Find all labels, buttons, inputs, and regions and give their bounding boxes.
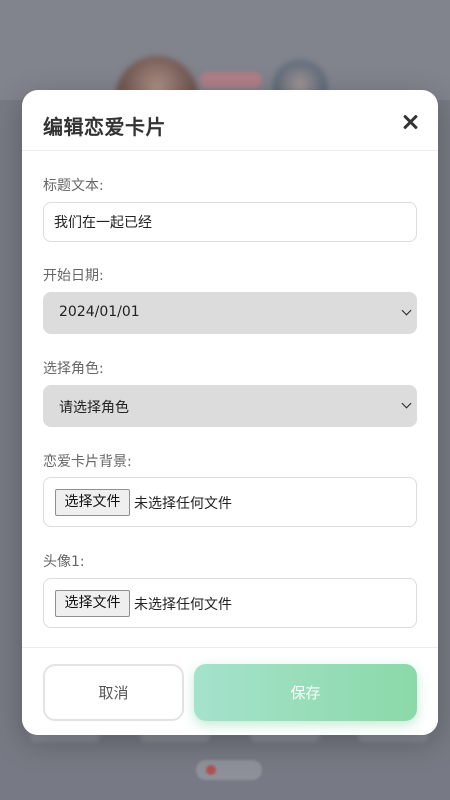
avatar1-file-input: 选择文件 未选择任何文件: [43, 578, 417, 628]
card-background-file-input: 选择文件 未选择任何文件: [43, 477, 417, 527]
save-button[interactable]: 保存: [194, 664, 417, 721]
chevron-down-icon: [401, 398, 412, 409]
role-value: 请选择角色: [59, 400, 129, 416]
start-date-label: 开始日期:: [43, 268, 104, 284]
avatar1-label: 头像1:: [43, 554, 85, 570]
modal-footer: 取消 保存: [22, 647, 438, 735]
choose-file-button[interactable]: 选择文件: [55, 489, 130, 516]
modal-header: 编辑恋爱卡片: [22, 90, 438, 151]
file-status: 未选择任何文件: [134, 597, 232, 613]
modal-body: 标题文本: 开始日期: 2024/01/01 选择角色: 请选择角色 恋爱卡片背…: [22, 151, 438, 647]
modal-title: 编辑恋爱卡片: [43, 115, 166, 139]
role-label: 选择角色:: [43, 361, 104, 377]
close-icon[interactable]: [402, 114, 418, 130]
file-status: 未选择任何文件: [134, 496, 232, 512]
cancel-button[interactable]: 取消: [43, 664, 184, 721]
choose-file-button[interactable]: 选择文件: [55, 590, 130, 617]
role-select[interactable]: 请选择角色: [43, 385, 417, 427]
title-text-input[interactable]: [43, 202, 417, 242]
chevron-down-icon: [401, 305, 412, 316]
edit-love-card-modal: 编辑恋爱卡片 标题文本: 开始日期: 2024/01/01 选择角色: 请选择角…: [22, 90, 438, 735]
title-text-label: 标题文本:: [43, 178, 104, 194]
start-date-select[interactable]: 2024/01/01: [43, 292, 417, 334]
card-background-label: 恋爱卡片背景:: [43, 454, 132, 470]
start-date-value: 2024/01/01: [59, 304, 140, 320]
